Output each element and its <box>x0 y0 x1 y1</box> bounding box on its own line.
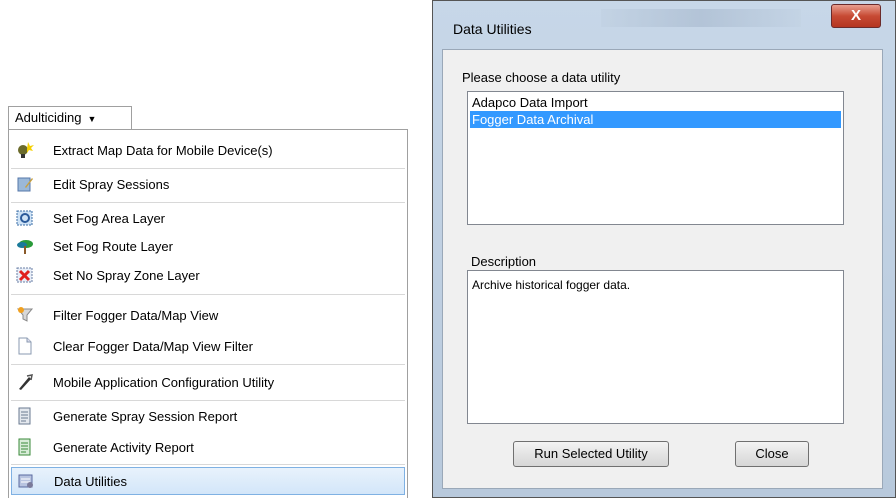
list-item-fogger-data-archival[interactable]: Fogger Data Archival <box>470 111 841 128</box>
menu-item-mobile-app-config[interactable]: Mobile Application Configuration Utility <box>11 368 405 396</box>
description-box: Archive historical fogger data. <box>467 270 844 424</box>
menu-item-label: Edit Spray Sessions <box>53 176 170 192</box>
menu-item-label: Extract Map Data for Mobile Device(s) <box>53 142 273 158</box>
menu-separator <box>11 202 405 203</box>
menu-item-label: Set Fog Area Layer <box>53 210 166 226</box>
activity-report-icon <box>16 438 34 456</box>
fog-route-icon <box>16 237 34 255</box>
description-label: Description <box>471 254 537 269</box>
menu-item-label: Mobile Application Configuration Utility <box>53 374 275 390</box>
menu-item-label: Clear Fogger Data/Map View Filter <box>53 338 253 354</box>
adulticiding-menu-button[interactable]: Adulticiding ▼ <box>8 106 132 129</box>
menu-item-extract-map-data[interactable]: Extract Map Data for Mobile Device(s) <box>11 136 405 164</box>
menu-item-edit-spray-sessions[interactable]: Edit Spray Sessions <box>11 170 405 198</box>
menu-separator <box>11 464 405 465</box>
chevron-down-icon: ▼ <box>87 114 97 124</box>
menu-separator <box>11 364 405 365</box>
menu-item-label: Data Utilities <box>54 473 127 489</box>
filter-icon <box>16 306 34 324</box>
menu-title: Adulticiding <box>15 110 82 125</box>
menu-item-set-fog-area-layer[interactable]: Set Fog Area Layer <box>11 204 405 232</box>
utility-listbox[interactable]: Adapco Data Import Fogger Data Archival <box>467 91 844 225</box>
adulticiding-menu: Extract Map Data for Mobile Device(s) Ed… <box>8 129 408 498</box>
titlebar-background <box>601 9 801 27</box>
menu-item-data-utilities[interactable]: Data Utilities <box>11 467 405 495</box>
menu-item-label: Generate Spray Session Report <box>53 408 238 424</box>
extract-map-icon <box>16 141 34 159</box>
menu-item-clear-fogger-data-filter[interactable]: Clear Fogger Data/Map View Filter <box>11 332 405 360</box>
choose-utility-label: Please choose a data utility <box>462 70 621 85</box>
close-icon: X <box>850 7 861 24</box>
description-text: Archive historical fogger data. <box>472 278 631 292</box>
menu-item-label: Set Fog Route Layer <box>53 238 173 254</box>
data-utilities-dialog: Data Utilities X Please choose a data ut… <box>432 0 896 498</box>
menu-separator <box>11 400 405 401</box>
menu-separator <box>11 294 405 295</box>
menu-item-generate-activity-report[interactable]: Generate Activity Report <box>11 433 405 461</box>
dialog-title: Data Utilities <box>453 21 532 37</box>
clear-filter-icon <box>16 337 34 355</box>
menu-item-label: Generate Activity Report <box>53 439 194 455</box>
data-utilities-icon <box>17 472 35 490</box>
config-icon <box>16 373 34 391</box>
menu-item-label: Set No Spray Zone Layer <box>53 267 200 283</box>
menu-item-set-no-spray-zone-layer[interactable]: Set No Spray Zone Layer <box>11 261 405 289</box>
menu-separator <box>11 168 405 169</box>
menu-item-label: Filter Fogger Data/Map View <box>53 307 219 323</box>
run-selected-utility-button[interactable]: Run Selected Utility <box>513 441 669 467</box>
no-spray-icon <box>16 266 34 284</box>
report-icon <box>16 407 34 425</box>
menu-item-generate-spray-session-report[interactable]: Generate Spray Session Report <box>11 402 405 430</box>
window-close-button[interactable]: X <box>831 4 881 28</box>
list-item-adapco-data-import[interactable]: Adapco Data Import <box>470 94 841 111</box>
edit-sessions-icon <box>16 175 34 193</box>
fog-area-icon <box>16 209 34 227</box>
menu-item-filter-fogger-data[interactable]: Filter Fogger Data/Map View <box>11 301 405 329</box>
menu-item-set-fog-route-layer[interactable]: Set Fog Route Layer <box>11 232 405 260</box>
dialog-titlebar[interactable]: Data Utilities X <box>433 1 895 37</box>
close-button[interactable]: Close <box>735 441 809 467</box>
